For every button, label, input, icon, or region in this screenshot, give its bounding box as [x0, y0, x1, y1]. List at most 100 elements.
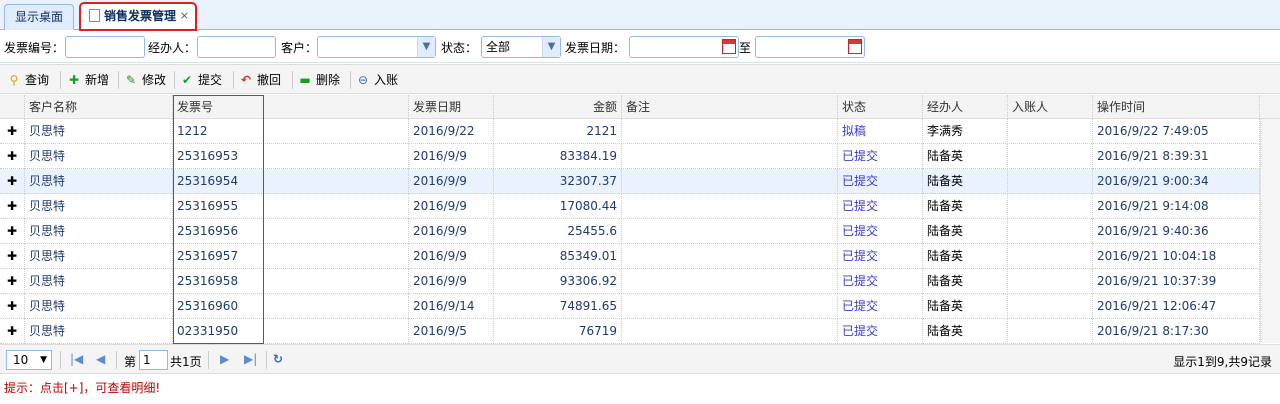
query-button[interactable]: ⚲ 查询 — [6, 71, 49, 89]
cell-op-time: 2016/9/21 8:17:30 — [1093, 319, 1260, 344]
cell-amount: 17080.44 — [494, 194, 622, 219]
status-label: 状态： — [441, 41, 478, 55]
cell-note — [622, 319, 838, 344]
cell-invoice-date: 2016/9/14 — [409, 294, 494, 319]
cell-op-time: 2016/9/21 9:40:36 — [1093, 219, 1260, 244]
table-row[interactable]: ✚ 贝思特 25316957 2016/9/9 85349.01 已提交 陆备英 2016/9… — [0, 244, 1260, 269]
cell-customer: 贝思特 — [25, 169, 173, 194]
column-header-invoice-date[interactable]: 发票日期 — [409, 95, 494, 119]
chevron-down-icon[interactable]: ▼ — [40, 351, 47, 369]
cell-amount: 25455.6 — [494, 219, 622, 244]
table-row[interactable]: ✚ 贝思特 25316956 2016/9/9 25455.6 已提交 陆备英 2016/9/… — [0, 219, 1260, 244]
delete-button[interactable]: ▬ 删除 — [297, 71, 340, 89]
tab-sales-invoice[interactable]: 销售发票管理 × — [79, 2, 197, 31]
refresh-icon[interactable]: ↻ — [273, 352, 283, 366]
tab-desktop-label: 显示桌面 — [14, 10, 63, 24]
column-header-op-time[interactable]: 操作时间 — [1093, 95, 1260, 119]
page-number-input[interactable]: 1 — [139, 350, 168, 370]
chevron-down-icon[interactable]: ▼ — [542, 37, 560, 57]
column-header-customer[interactable]: 客户名称 — [25, 95, 173, 119]
invoice-no-input[interactable] — [65, 36, 145, 58]
cell-op-time: 2016/9/21 10:04:18 — [1093, 244, 1260, 269]
pencil-icon: ✎ — [125, 73, 137, 87]
cell-amount: 93306.92 — [494, 269, 622, 294]
pager-divider — [116, 351, 117, 369]
customer-select[interactable]: ▼ — [317, 36, 436, 58]
cell-invoice-no: 25316958 — [173, 269, 409, 294]
expand-row-icon[interactable]: ✚ — [0, 119, 25, 144]
tab-desktop[interactable]: 显示桌面 — [4, 4, 74, 30]
table-row[interactable]: ✚ 贝思特 25316954 2016/9/9 32307.37 已提交 陆备英 2016/9… — [0, 169, 1260, 194]
close-icon[interactable]: × — [180, 4, 189, 28]
column-header-handler[interactable]: 经办人 — [923, 95, 1008, 119]
page-prefix: 第 — [124, 355, 137, 369]
table-row[interactable]: ✚ 贝思特 25316960 2016/9/14 74891.65 已提交 陆备英 2016/… — [0, 294, 1260, 319]
expand-row-icon[interactable]: ✚ — [0, 144, 25, 169]
expand-row-icon[interactable]: ✚ — [0, 244, 25, 269]
invoice-grid: 客户名称 发票号 发票日期 金额 备注 状态 经办人 入账人 操作时间 ✚ 贝思特… — [0, 95, 1280, 344]
last-page-icon[interactable]: ▶| — [244, 352, 257, 366]
cell-customer: 贝思特 — [25, 294, 173, 319]
cell-op-time: 2016/9/21 10:37:39 — [1093, 269, 1260, 294]
cell-handler: 陆备英 — [923, 319, 1008, 344]
invoice-no-label: 发票编号： — [4, 41, 65, 55]
table-row[interactable]: ✚ 贝思特 02331950 2016/9/5 76719 已提交 陆备英 2016/9/21… — [0, 319, 1260, 344]
revoke-button[interactable]: ↶ 撤回 — [238, 71, 281, 89]
page-size-select[interactable]: 10 ▼ — [6, 350, 52, 370]
toolbar-divider — [60, 71, 61, 89]
handler-input[interactable] — [197, 36, 276, 58]
expand-row-icon[interactable]: ✚ — [0, 169, 25, 194]
add-button[interactable]: ✚ 新增 — [66, 71, 109, 89]
next-page-icon[interactable]: ▶ — [220, 352, 229, 366]
calendar-icon[interactable] — [722, 39, 736, 54]
table-row[interactable]: ✚ 贝思特 25316958 2016/9/9 93306.92 已提交 陆备英 2016/9… — [0, 269, 1260, 294]
vertical-scrollbar[interactable] — [1260, 119, 1280, 343]
expand-row-icon[interactable]: ✚ — [0, 319, 25, 344]
expand-row-icon[interactable]: ✚ — [0, 194, 25, 219]
expand-row-icon[interactable]: ✚ — [0, 219, 25, 244]
column-header-status[interactable]: 状态 — [838, 95, 923, 119]
edit-button[interactable]: ✎ 修改 — [123, 71, 166, 89]
column-header-invoice-no[interactable]: 发票号 — [173, 95, 409, 119]
prev-page-icon[interactable]: ◀ — [96, 352, 105, 366]
table-row[interactable]: ✚ 贝思特 25316955 2016/9/9 17080.44 已提交 陆备英 2016/9… — [0, 194, 1260, 219]
cell-customer: 贝思特 — [25, 194, 173, 219]
status-select[interactable]: 全部 ▼ — [481, 36, 561, 58]
column-header-amount[interactable]: 金额 — [494, 95, 622, 119]
revoke-label: 撤回 — [257, 73, 282, 87]
table-row[interactable]: ✚ 贝思特 25316953 2016/9/9 83384.19 已提交 陆备英 2016/9… — [0, 144, 1260, 169]
cell-status: 拟稿 — [838, 119, 923, 144]
pagination-bar: 10 ▼ |◀ ◀ 第 1 共1页 ▶ ▶| ↻ 显示1到9,共9记录 — [0, 344, 1280, 374]
cell-invoice-no: 02331950 — [173, 319, 409, 344]
date-start-input[interactable] — [629, 36, 739, 58]
cell-note — [622, 269, 838, 294]
pager-divider — [208, 351, 209, 369]
column-header-poster[interactable]: 入账人 — [1008, 95, 1093, 119]
minus-box-icon: ▬ — [299, 73, 311, 87]
submit-button[interactable]: ✔ 提交 — [179, 71, 222, 89]
grid-header: 客户名称 发票号 发票日期 金额 备注 状态 经办人 入账人 操作时间 — [0, 95, 1280, 119]
column-header-note[interactable]: 备注 — [622, 95, 838, 119]
tab-bar: 显示桌面 销售发票管理 × — [0, 0, 1280, 31]
first-page-icon[interactable]: |◀ — [70, 352, 83, 366]
status-select-value: 全部 — [486, 40, 511, 54]
cell-handler: 李满秀 — [923, 119, 1008, 144]
chevron-down-icon[interactable]: ▼ — [417, 37, 435, 57]
cell-invoice-no: 25316954 — [173, 169, 409, 194]
cell-status: 已提交 — [838, 244, 923, 269]
table-row[interactable]: ✚ 贝思特 1212 2016/9/22 2121 拟稿 李满秀 2016/9/22 7:49… — [0, 119, 1260, 144]
cell-status: 已提交 — [838, 194, 923, 219]
date-end-input[interactable] — [755, 36, 865, 58]
cell-invoice-no: 1212 — [173, 119, 409, 144]
post-button[interactable]: ⊖ 入账 — [355, 71, 398, 89]
cell-status: 已提交 — [838, 169, 923, 194]
cell-handler: 陆备英 — [923, 194, 1008, 219]
expand-row-icon[interactable]: ✚ — [0, 269, 25, 294]
cell-handler: 陆备英 — [923, 269, 1008, 294]
calendar-icon[interactable] — [848, 39, 862, 54]
cell-invoice-no: 25316953 — [173, 144, 409, 169]
expand-row-icon[interactable]: ✚ — [0, 294, 25, 319]
cell-op-time: 2016/9/22 7:49:05 — [1093, 119, 1260, 144]
cell-poster — [1008, 294, 1093, 319]
cell-customer: 贝思特 — [25, 269, 173, 294]
